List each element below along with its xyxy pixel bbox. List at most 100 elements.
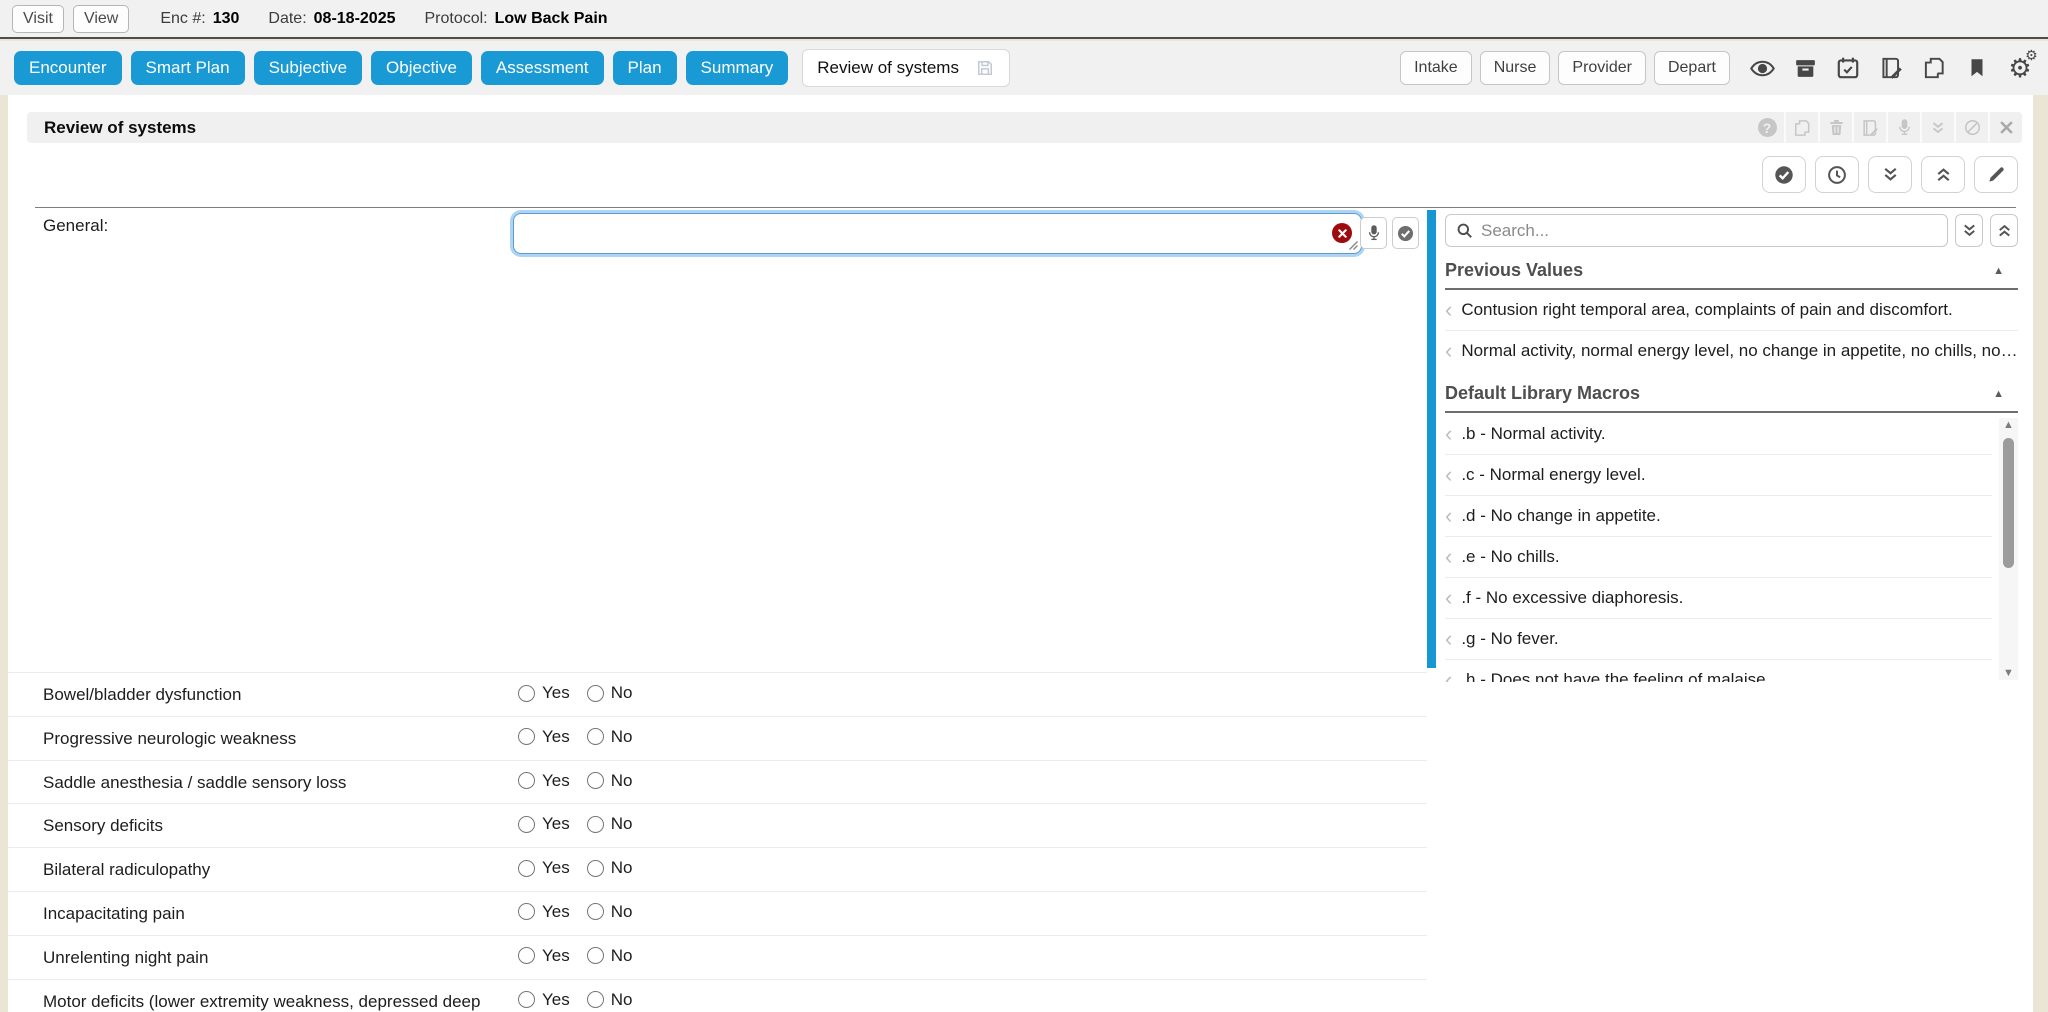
save-icon[interactable] — [975, 58, 995, 78]
yes-radio[interactable] — [518, 947, 535, 964]
no-radio[interactable] — [587, 728, 604, 745]
collapse-triangle-icon[interactable]: ▲ — [1993, 388, 2004, 400]
no-option[interactable]: No — [587, 683, 633, 703]
question-row: Bilateral radiculopathy Yes No — [8, 847, 1427, 891]
yes-option[interactable]: Yes — [518, 858, 570, 878]
macros-header[interactable]: Default Library Macros ▲ — [1445, 383, 2018, 413]
dictate-mic-button[interactable] — [1360, 217, 1387, 249]
collapse-all-button[interactable] — [1990, 214, 2018, 247]
tab-objective[interactable]: Objective — [371, 51, 472, 85]
tab-summary[interactable]: Summary — [686, 51, 789, 85]
archive-icon[interactable] — [1791, 54, 1819, 82]
clock-button[interactable] — [1815, 156, 1859, 193]
insert-chevron-icon: ‹ — [1445, 549, 1452, 565]
yes-radio[interactable] — [518, 772, 535, 789]
no-radio[interactable] — [587, 991, 604, 1008]
yes-radio[interactable] — [518, 860, 535, 877]
yes-option[interactable]: Yes — [518, 727, 570, 747]
copy-icon[interactable] — [1920, 54, 1948, 82]
tab-review-of-systems-active[interactable]: Review of systems — [802, 49, 1010, 87]
trash-icon[interactable] — [1818, 112, 1852, 143]
tab-subjective[interactable]: Subjective — [254, 51, 362, 85]
scroll-up-icon[interactable]: ▲ — [2003, 418, 2014, 432]
calendar-check-icon[interactable] — [1834, 54, 1862, 82]
yes-label: Yes — [542, 990, 570, 1010]
no-option[interactable]: No — [587, 990, 633, 1010]
book-icon[interactable] — [1852, 112, 1886, 143]
yes-radio[interactable] — [518, 903, 535, 920]
visit-button[interactable]: Visit — [12, 5, 64, 33]
yes-option[interactable]: Yes — [518, 814, 570, 834]
macro-item[interactable]: ‹ .b - Normal activity. — [1445, 413, 1992, 454]
no-option[interactable]: No — [587, 771, 633, 791]
yes-option[interactable]: Yes — [518, 946, 570, 966]
yes-no-group: Yes No — [518, 946, 632, 966]
expand-all-button[interactable] — [1955, 214, 1983, 247]
tab-plan[interactable]: Plan — [613, 51, 677, 85]
previous-value-item[interactable]: ‹ Normal activity, normal energy level, … — [1445, 330, 2018, 370]
scrollbar-thumb[interactable] — [2003, 438, 2014, 568]
no-radio[interactable] — [587, 772, 604, 789]
macro-item[interactable]: ‹ .h - Does not have the feeling of mala… — [1445, 659, 1992, 682]
resize-handle[interactable] — [1347, 239, 1359, 251]
yes-radio[interactable] — [518, 728, 535, 745]
no-radio[interactable] — [587, 860, 604, 877]
general-input[interactable] — [513, 213, 1362, 254]
previous-value-item[interactable]: ‹ Contusion right temporal area, complai… — [1445, 290, 2018, 330]
copy-icon[interactable] — [1784, 112, 1818, 143]
collapse-triangle-icon[interactable]: ▲ — [1993, 265, 2004, 277]
macro-text: .f - No excessive diaphoresis. — [1461, 588, 1683, 608]
no-option[interactable]: No — [587, 902, 633, 922]
macro-scrollbar[interactable]: ▲ ▼ — [1999, 418, 2018, 680]
no-radio[interactable] — [587, 903, 604, 920]
no-option[interactable]: No — [587, 814, 633, 834]
scroll-down-icon[interactable]: ▼ — [2003, 666, 2014, 680]
tab-encounter[interactable]: Encounter — [14, 51, 122, 85]
mic-icon[interactable] — [1886, 112, 1920, 143]
nurse-button[interactable]: Nurse — [1480, 51, 1551, 85]
tab-assessment[interactable]: Assessment — [481, 51, 604, 85]
no-option[interactable]: No — [587, 858, 633, 878]
no-radio[interactable] — [587, 816, 604, 833]
macro-item[interactable]: ‹ .e - No chills. — [1445, 536, 1992, 577]
settings-gears-icon[interactable]: ⚙⚙ — [2006, 54, 2034, 82]
journal-pen-icon[interactable] — [1877, 54, 1905, 82]
no-label: No — [611, 771, 633, 791]
search-input[interactable] — [1481, 221, 1938, 241]
help-icon[interactable]: ? — [1750, 112, 1784, 143]
bookmark-icon[interactable] — [1963, 54, 1991, 82]
depart-button[interactable]: Depart — [1654, 51, 1730, 85]
confirm-check-button[interactable] — [1392, 217, 1419, 249]
yes-option[interactable]: Yes — [518, 990, 570, 1010]
double-chevron-down-button[interactable] — [1868, 156, 1912, 193]
provider-button[interactable]: Provider — [1558, 51, 1646, 85]
no-option[interactable]: No — [587, 946, 633, 966]
no-option[interactable]: No — [587, 727, 633, 747]
macro-item[interactable]: ‹ .d - No change in appetite. — [1445, 495, 1992, 536]
double-chevron-down-icon[interactable] — [1920, 112, 1954, 143]
previous-value-text: Normal activity, normal energy level, no… — [1461, 341, 2018, 361]
previous-values-title: Previous Values — [1445, 260, 1583, 281]
tab-smart-plan[interactable]: Smart Plan — [131, 51, 245, 85]
macro-item[interactable]: ‹ .c - Normal energy level. — [1445, 454, 1992, 495]
macro-item[interactable]: ‹ .f - No excessive diaphoresis. — [1445, 577, 1992, 618]
yes-no-group: Yes No — [518, 814, 632, 834]
yes-option[interactable]: Yes — [518, 683, 570, 703]
check-circle-button[interactable] — [1762, 156, 1806, 193]
intake-button[interactable]: Intake — [1400, 51, 1472, 85]
macro-item[interactable]: ‹ .g - No fever. — [1445, 618, 1992, 659]
yes-option[interactable]: Yes — [518, 902, 570, 922]
view-button[interactable]: View — [73, 5, 129, 33]
double-chevron-up-button[interactable] — [1921, 156, 1965, 193]
yes-radio[interactable] — [518, 685, 535, 702]
no-radio[interactable] — [587, 685, 604, 702]
yes-radio[interactable] — [518, 816, 535, 833]
eye-icon[interactable] — [1748, 54, 1776, 82]
yes-radio[interactable] — [518, 991, 535, 1008]
cancel-icon[interactable] — [1954, 112, 1988, 143]
close-icon[interactable] — [1988, 112, 2022, 143]
pencil-button[interactable] — [1974, 156, 2018, 193]
yes-option[interactable]: Yes — [518, 771, 570, 791]
no-radio[interactable] — [587, 947, 604, 964]
previous-values-header[interactable]: Previous Values ▲ — [1445, 260, 2018, 290]
